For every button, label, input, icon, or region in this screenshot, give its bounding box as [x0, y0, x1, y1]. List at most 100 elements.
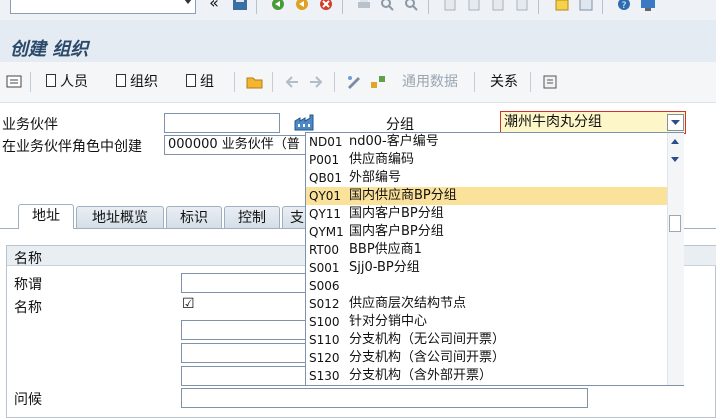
dropdown-option[interactable]: S100 针对分销中心 [306, 313, 667, 331]
dropdown-option[interactable]: S001 Sjj0-BP分组 [306, 259, 667, 277]
next-page-icon[interactable] [490, 0, 506, 12]
find-icon[interactable] [380, 0, 396, 12]
layout-icon[interactable] [640, 0, 656, 12]
dropdown-option[interactable]: S120 分支机构（含公司间开票） [306, 349, 667, 367]
scroll-up-icon[interactable] [669, 136, 681, 146]
document-icon [186, 74, 196, 87]
tab-address[interactable]: 地址 [18, 204, 74, 229]
exit-icon[interactable] [294, 0, 310, 12]
toolbar-separator [428, 0, 429, 14]
option-text: Sjj0-BP分组 [349, 260, 420, 275]
tab-identification[interactable]: 标识 [166, 206, 222, 228]
last-page-icon[interactable] [514, 0, 530, 12]
option-text: 国内供应商BP分组 [349, 188, 457, 203]
dropdown-option[interactable]: QY11 国内客户BP分组 [306, 205, 667, 223]
option-code: S120 [309, 351, 340, 365]
tab-address-overview[interactable]: 地址概览 [76, 206, 164, 228]
command-history-dropdown-icon[interactable] [180, 0, 196, 14]
toolbar-separator [342, 0, 343, 14]
relationships-button[interactable]: 关系 [490, 72, 518, 92]
dropdown-option[interactable]: ND01 nd00-客户编号 [306, 133, 667, 151]
previous-icon[interactable] [284, 75, 300, 89]
partner-input[interactable] [164, 113, 280, 133]
name-line-2-input[interactable] [181, 343, 307, 363]
document-icon [46, 74, 56, 87]
option-text: 国内客户BP分组 [349, 224, 444, 239]
option-code: S006 [309, 279, 340, 293]
create-organization-button[interactable]: 组织 [116, 72, 158, 92]
name-line-1-input[interactable] [181, 320, 307, 340]
back-icon[interactable] [270, 0, 286, 12]
grouping-dropdown-button[interactable] [667, 114, 684, 131]
help-icon[interactable]: ? [616, 0, 632, 12]
create-person-button[interactable]: 人员 [46, 72, 88, 92]
prev-page-icon[interactable] [466, 0, 482, 12]
greeting-label: 问候 [14, 392, 42, 408]
toolbar-separator [334, 72, 335, 92]
scroll-down-icon[interactable] [669, 153, 681, 163]
greeting-input[interactable] [181, 388, 588, 408]
scrollbar-thumb[interactable] [669, 215, 681, 232]
option-text: 分支机构（无公司间开票） [349, 332, 506, 347]
dropdown-option[interactable]: S110 分支机构（无公司间开票） [306, 331, 667, 349]
option-text: 针对分销中心 [349, 314, 428, 329]
settings-icon[interactable] [542, 74, 558, 90]
toolbar-separator [530, 72, 531, 92]
create-person-label: 人员 [60, 74, 88, 90]
dropdown-option[interactable]: S012 供应商层次结构节点 [306, 295, 667, 313]
option-text: BBP供应商1 [349, 242, 422, 257]
display-change-icon[interactable] [346, 74, 362, 90]
option-text: 分支机构（含公司间开票） [349, 350, 506, 365]
toolbar-separator [30, 72, 31, 92]
grouping-select[interactable]: 潮州牛肉丸分组 [500, 111, 686, 134]
option-code: S001 [309, 261, 340, 275]
find-next-icon[interactable] [404, 0, 420, 12]
grouping-label: 分组 [386, 117, 414, 133]
name-checkbox[interactable]: ☑ [182, 296, 195, 312]
create-group-button[interactable]: 组 [186, 72, 214, 92]
collapse-icon[interactable]: « [206, 0, 222, 12]
create-in-role-label: 在业务伙伴角色中创建 [2, 139, 142, 155]
option-code: QY01 [309, 189, 342, 203]
toolbar-separator [272, 72, 273, 92]
option-text: 国内客户BP分组 [349, 206, 444, 221]
shortcut-icon[interactable] [578, 0, 594, 12]
dropdown-option[interactable]: S006 [306, 277, 667, 295]
option-code: S012 [309, 297, 340, 311]
toolbar-separator [538, 0, 539, 14]
option-code: S100 [309, 315, 340, 329]
option-code: QYM1 [309, 225, 344, 239]
dropdown-option[interactable]: S130 分支机构（含外部开票） [306, 367, 667, 385]
toolbar-separator [474, 72, 475, 92]
partner-label: 业务伙伴 [2, 117, 58, 133]
page-title: 创建 组织 [10, 39, 89, 60]
switch-view-icon[interactable] [6, 75, 22, 89]
name-line-3-input[interactable] [181, 366, 307, 386]
dropdown-option[interactable]: RT00 BBP供应商1 [306, 241, 667, 259]
dropdown-option[interactable]: QYM1 国内客户BP分组 [306, 223, 667, 241]
create-in-role-select[interactable]: 000000 业务伙伴（普 [164, 135, 306, 155]
cancel-icon[interactable] [318, 0, 334, 12]
tab-control[interactable]: 控制 [224, 206, 280, 228]
name-group-title: 名称 [14, 251, 42, 267]
new-session-icon[interactable] [554, 0, 570, 12]
save-icon[interactable] [232, 0, 248, 12]
svg-text:?: ? [622, 1, 627, 11]
print-icon[interactable] [356, 0, 372, 12]
dropdown-option[interactable]: QY01 国内供应商BP分组 [306, 187, 667, 205]
title-select[interactable] [181, 273, 307, 293]
general-data-button[interactable]: 通用数据 [402, 72, 458, 92]
option-text: 分支机构（含外部开票） [349, 368, 493, 383]
first-page-icon[interactable] [442, 0, 458, 12]
command-field[interactable] [10, 0, 196, 14]
hierarchy-icon[interactable] [370, 74, 386, 90]
option-text: 外部编号 [349, 170, 402, 185]
open-folder-icon[interactable] [246, 74, 264, 90]
grouping-value: 潮州牛肉丸分组 [504, 114, 602, 130]
dropdown-option[interactable]: QB01 外部编号 [306, 169, 667, 187]
create-organization-label: 组织 [130, 74, 158, 90]
dropdown-option[interactable]: P001 供应商编码 [306, 151, 667, 169]
dropdown-scrollbar[interactable] [667, 133, 684, 385]
grouping-dropdown-list[interactable]: ND01 nd00-客户编号 P001 供应商编码 QB01 外部编号 QY01 国内供应商B… [305, 132, 684, 386]
next-icon[interactable] [308, 75, 324, 89]
